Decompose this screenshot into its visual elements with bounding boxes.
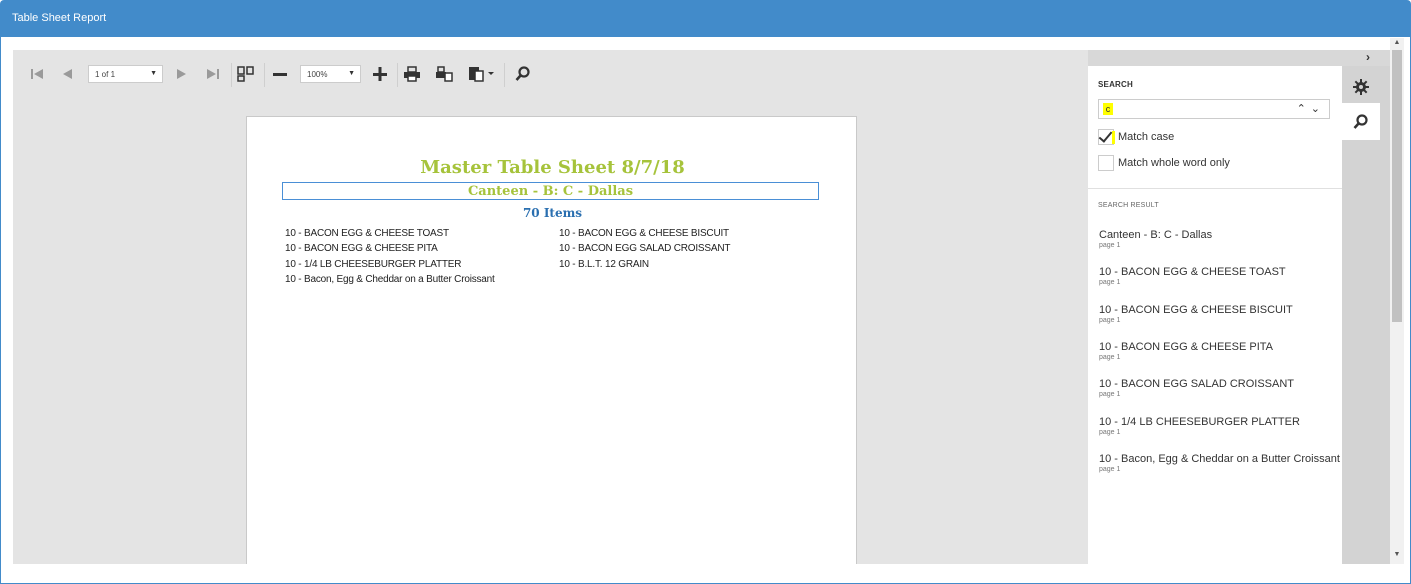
chevron-right-icon: › — [1366, 50, 1370, 64]
tab-search[interactable] — [1342, 103, 1380, 140]
match-case-checkbox[interactable] — [1098, 129, 1115, 145]
report-item: 10 - 1/4 LB CHEESEBURGER PLATTER — [285, 258, 462, 270]
search-result-text: Canteen - B: C - Dallas — [1099, 229, 1213, 241]
search-result-page: page 1 — [1099, 317, 1121, 324]
next-page-button[interactable] — [173, 60, 191, 88]
search-result[interactable]: 10 - BACON EGG SALAD CROISSANT page 1 — [1099, 378, 1339, 398]
side-panel-header — [1088, 50, 1390, 66]
search-result-text: 10 - BACON EGG SALAD CROISSANT — [1099, 378, 1294, 390]
search-result[interactable]: 10 - Bacon, Egg & Cheddar on a Butter Cr… — [1099, 453, 1340, 473]
toolbar-divider — [231, 63, 232, 87]
scroll-up-icon[interactable]: ▲ — [1390, 39, 1404, 50]
vertical-scrollbar[interactable]: ▲ ▼ — [1390, 38, 1404, 564]
window-title-bar: Table Sheet Report — [0, 0, 1411, 37]
report-item: 10 - BACON EGG & CHEESE BISCUIT — [559, 228, 729, 239]
report-page: Master Table Sheet 8/7/18 Canteen - B: C… — [246, 116, 857, 564]
search-result-text: 10 - BACON EGG & CHEESE PITA — [1099, 341, 1274, 353]
report-item: 10 - BACON EGG & CHEESE TOAST — [285, 228, 449, 239]
print-icon — [404, 66, 420, 82]
search-result-text: 10 - Bacon, Egg & Cheddar on a Butter Cr… — [1099, 453, 1340, 465]
search-result[interactable]: Canteen - B: C - Dallas page 1 — [1099, 229, 1339, 249]
page-select-value: 1 of 1 — [95, 70, 116, 79]
prev-page-icon — [63, 69, 72, 79]
print-page-icon — [436, 66, 453, 82]
scroll-down-icon[interactable]: ▼ — [1390, 551, 1404, 562]
search-panel: SEARCH c ⌃⌄ Match case Match whole word … — [1088, 66, 1342, 564]
page-select[interactable]: 1 of 1 ▼ — [88, 65, 163, 83]
match-whole-word-option[interactable]: Match whole word only — [1098, 154, 1230, 172]
search-heading: SEARCH — [1098, 80, 1133, 89]
report-left-column: 10 - BACON EGG & CHEESE TOAST 10 - BACON… — [285, 226, 495, 287]
report-item: 10 - BACON EGG SALAD CROISSANT — [559, 243, 731, 255]
search-button[interactable] — [512, 60, 534, 88]
collapse-panel-button[interactable]: › — [1366, 50, 1378, 66]
scroll-thumb[interactable] — [1392, 50, 1402, 322]
search-result-text: 10 - BACON EGG & CHEESE BISCUIT — [1099, 304, 1293, 316]
toolbar-divider — [397, 63, 398, 87]
match-whole-word-label: Match whole word only — [1118, 157, 1230, 169]
print-page-button[interactable] — [433, 60, 455, 88]
report-item: 10 - B.L.T. 12 GRAIN — [559, 258, 649, 270]
last-page-icon — [207, 69, 219, 79]
tab-parameters[interactable] — [1342, 68, 1380, 105]
zoom-select-value: 100% — [307, 70, 328, 79]
report-right-column: 10 - BACON EGG & CHEESE BISCUIT 10 - BAC… — [559, 226, 730, 272]
export-button[interactable] — [466, 60, 496, 88]
next-page-icon — [177, 69, 186, 79]
chevron-down-icon[interactable]: ⌄ — [1311, 103, 1325, 115]
chevron-down-icon: ▼ — [348, 70, 355, 77]
search-result-page: page 1 — [1099, 354, 1121, 361]
multipage-icon — [237, 66, 254, 82]
search-result-page: page 1 — [1099, 279, 1121, 286]
report-item: 10 - Bacon, Egg & Cheddar on a Butter Cr… — [285, 273, 495, 285]
match-whole-word-checkbox[interactable] — [1098, 155, 1114, 171]
search-icon — [515, 66, 530, 81]
search-result-page: page 1 — [1099, 242, 1121, 249]
window-title: Table Sheet Report — [12, 12, 107, 24]
multipage-button[interactable] — [235, 60, 257, 88]
search-results-heading: SEARCH RESULT — [1098, 202, 1159, 209]
match-case-label: Match case — [1118, 131, 1175, 143]
search-result[interactable]: 10 - 1/4 LB CHEESEBURGER PLATTER page 1 — [1099, 416, 1339, 436]
first-page-icon — [31, 69, 43, 79]
zoom-select[interactable]: 100% ▼ — [300, 65, 361, 83]
search-result-page: page 1 — [1099, 429, 1121, 436]
chevron-up-icon[interactable]: ⌃ — [1297, 103, 1311, 115]
search-result-page: page 1 — [1099, 391, 1121, 398]
search-query: c — [1103, 103, 1113, 115]
export-icon — [469, 67, 494, 82]
first-page-button[interactable] — [27, 60, 47, 88]
search-result-text: 10 - BACON EGG & CHEESE TOAST — [1099, 266, 1286, 278]
match-case-option[interactable]: Match case — [1098, 128, 1174, 146]
toolbar-divider — [504, 63, 505, 87]
search-input[interactable]: c ⌃⌄ — [1098, 99, 1330, 119]
search-icon — [1353, 113, 1368, 129]
highlight-mark — [1112, 131, 1115, 144]
report-title: Master Table Sheet 8/7/18 — [420, 157, 685, 178]
search-result-text: 10 - 1/4 LB CHEESEBURGER PLATTER — [1099, 416, 1300, 428]
panel-divider — [1088, 188, 1342, 189]
search-result[interactable]: 10 - BACON EGG & CHEESE BISCUIT page 1 — [1099, 304, 1339, 324]
last-page-button[interactable] — [203, 60, 223, 88]
viewer-toolbar: 1 of 1 ▼ 100% ▼ — [13, 60, 1088, 90]
chevron-down-icon: ▼ — [150, 70, 157, 77]
search-nav: ⌃⌄ — [1297, 102, 1325, 115]
search-result-page: page 1 — [1099, 466, 1121, 473]
report-subtitle: Canteen - B: C - Dallas — [282, 182, 819, 200]
zoom-in-button[interactable] — [370, 60, 390, 88]
side-tabs — [1342, 66, 1390, 564]
zoom-out-button[interactable] — [270, 60, 290, 88]
toolbar-divider — [264, 63, 265, 87]
report-item-count: 70 Items — [522, 206, 583, 220]
report-viewer: 1 of 1 ▼ 100% ▼ Master Table Sheet 8/7/1… — [13, 50, 1088, 564]
print-button[interactable] — [401, 60, 423, 88]
minus-icon — [273, 73, 287, 76]
plus-icon — [373, 67, 387, 81]
search-result[interactable]: 10 - BACON EGG & CHEESE TOAST page 1 — [1099, 266, 1339, 286]
search-result[interactable]: 10 - BACON EGG & CHEESE PITA page 1 — [1099, 341, 1339, 361]
report-item: 10 - BACON EGG & CHEESE PITA — [285, 243, 438, 255]
prev-page-button[interactable] — [58, 60, 76, 88]
gear-icon — [1353, 78, 1369, 95]
